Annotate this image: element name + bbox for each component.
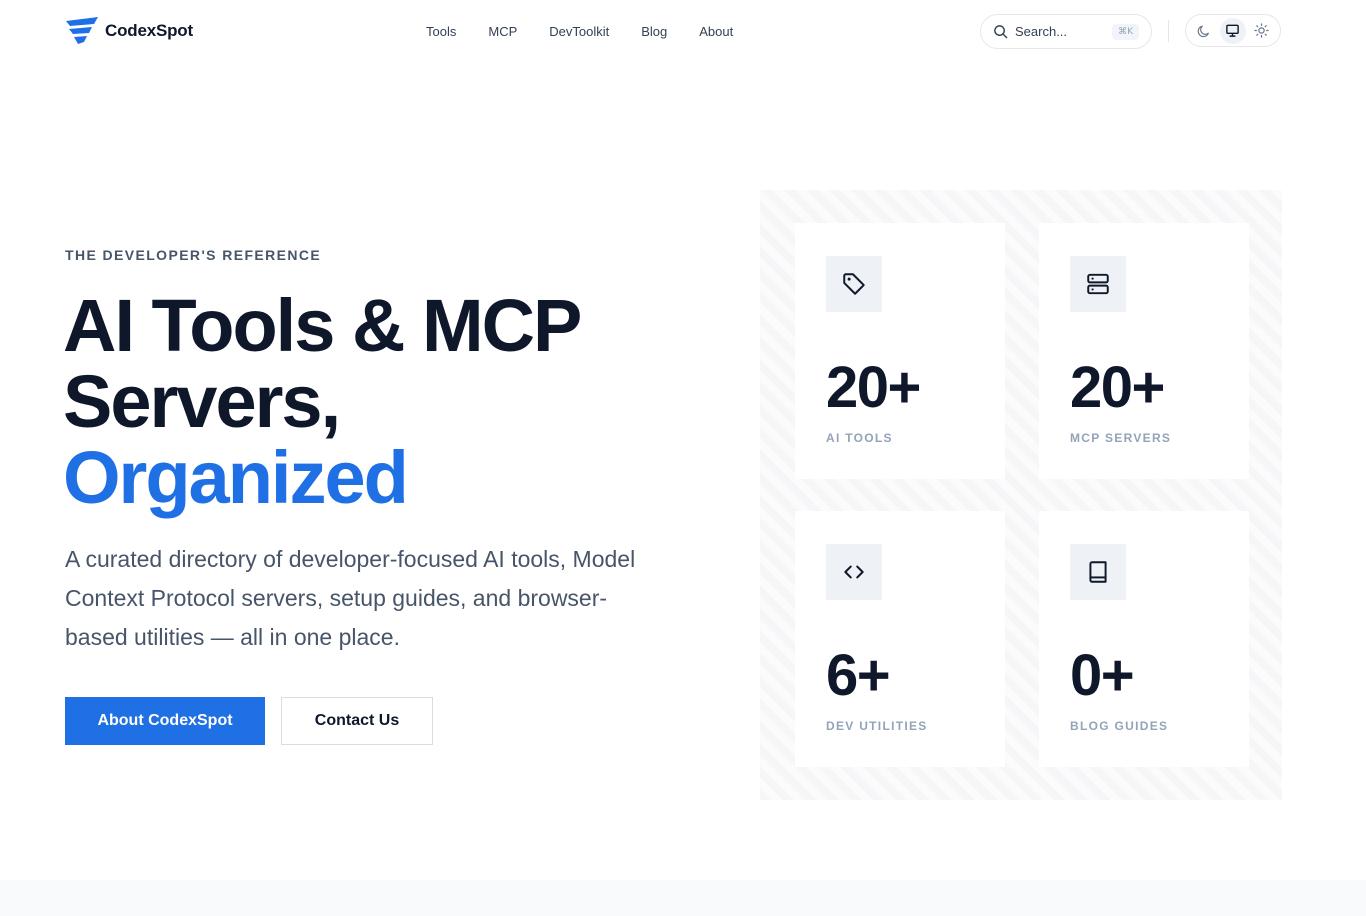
contact-us-button[interactable]: Contact Us <box>281 697 433 745</box>
search-icon <box>994 25 1008 39</box>
nav-item-tools[interactable]: Tools <box>426 24 456 40</box>
main-nav: Tools MCP DevToolkit Blog About <box>426 24 733 40</box>
stat-label: BLOG GUIDES <box>1070 719 1169 733</box>
brand-name: CodexSpot <box>105 21 193 40</box>
theme-light-button[interactable] <box>1249 18 1275 44</box>
stat-value: 20+ <box>1070 355 1165 420</box>
search-button[interactable]: Search... ⌘K <box>980 14 1152 49</box>
next-section-band <box>0 880 1366 916</box>
header-divider <box>1168 20 1169 42</box>
moon-icon <box>1197 25 1210 37</box>
nav-item-about[interactable]: About <box>699 24 733 40</box>
hero-lead: A curated directory of developer-focused… <box>65 546 636 650</box>
stat-value: 20+ <box>826 355 921 420</box>
sun-icon <box>1254 23 1269 38</box>
stat-icon-box <box>826 256 882 312</box>
about-codexspot-button[interactable]: About CodexSpot <box>65 697 265 745</box>
book-icon <box>1089 561 1107 583</box>
stat-value: 6+ <box>826 643 891 708</box>
nav-item-devtoolkit[interactable]: DevToolkit <box>549 24 609 40</box>
stat-value: 0+ <box>1070 643 1135 708</box>
nav-item-blog[interactable]: Blog <box>641 24 667 40</box>
stat-card-mcp-servers: 20+ MCP SERVERS <box>1039 223 1249 479</box>
site-header: CodexSpot Tools MCP DevToolkit Blog Abou… <box>0 0 1366 64</box>
brand-logo-link[interactable]: CodexSpot <box>65 16 193 46</box>
codexspot-logo-icon <box>66 17 98 44</box>
stat-icon-box <box>1070 256 1126 312</box>
hero-title-accent: Organized <box>63 436 409 519</box>
stat-label: AI TOOLS <box>826 431 893 445</box>
hero-title-line1: AI Tools & MCP <box>63 284 582 367</box>
hero-title-line2: Servers, <box>63 360 341 443</box>
stat-icon-box <box>1070 544 1126 600</box>
monitor-icon <box>1226 24 1240 37</box>
hero-eyebrow: THE DEVELOPER'S REFERENCE <box>65 247 322 263</box>
stat-card-ai-tools: 20+ AI TOOLS <box>795 223 1005 479</box>
hero-title: AI Tools & MCP Servers, Organized <box>63 288 582 519</box>
theme-system-button[interactable] <box>1219 17 1246 44</box>
theme-toggle <box>1185 14 1281 47</box>
stat-label: MCP SERVERS <box>1070 431 1172 445</box>
stat-icon-box <box>826 544 882 600</box>
stat-card-dev-utilities: 6+ DEV UTILITIES <box>795 511 1005 767</box>
code-icon <box>844 565 864 579</box>
nav-item-mcp[interactable]: MCP <box>488 24 517 40</box>
search-placeholder: Search... <box>1015 24 1068 39</box>
tag-icon <box>843 273 865 295</box>
search-shortcut-badge: ⌘K <box>1112 23 1139 40</box>
stat-label: DEV UTILITIES <box>826 719 928 733</box>
theme-dark-button[interactable] <box>1191 18 1217 44</box>
server-icon <box>1087 273 1109 295</box>
stats-panel: 20+ AI TOOLS 20+ MCP SERVERS 6+ DEV UTIL… <box>760 190 1282 800</box>
stat-card-blog-guides: 0+ BLOG GUIDES <box>1039 511 1249 767</box>
